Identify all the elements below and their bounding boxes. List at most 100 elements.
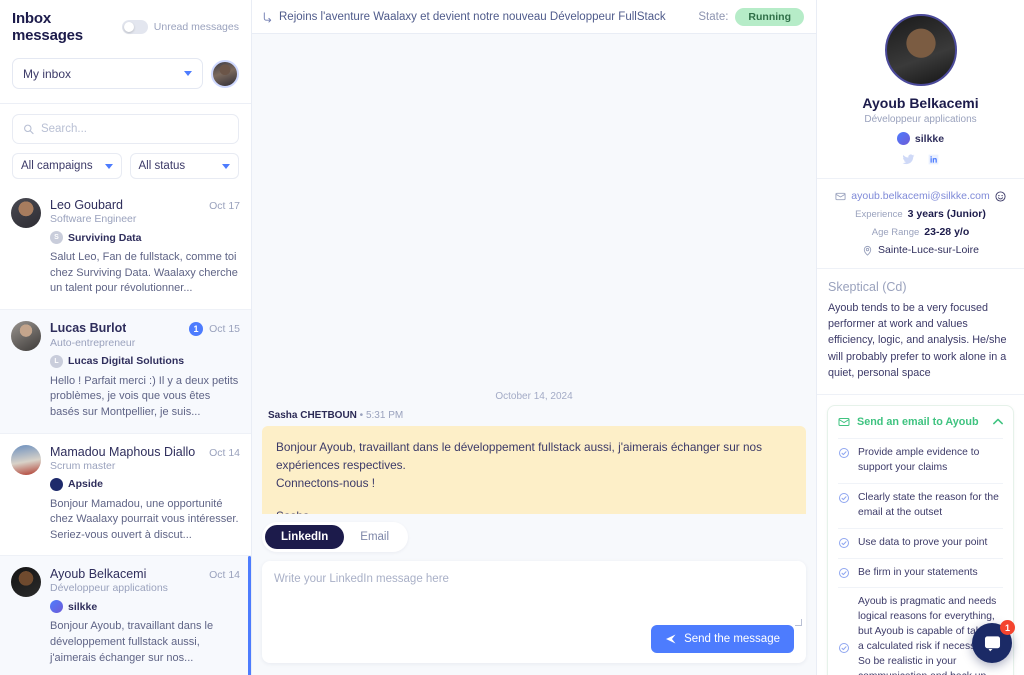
list-item-date: Oct 14	[209, 569, 240, 582]
list-item: Use data to prove your point	[838, 527, 1003, 558]
list-item-name: Ayoub Belkacemi	[50, 567, 147, 582]
list-item-campaign: Surviving Data	[68, 231, 142, 244]
tip-text: Be firm in your statements	[858, 566, 978, 578]
list-item[interactable]: Ayoub Belkacemi Oct 14 Développeur appli…	[0, 556, 251, 675]
unread-badge: 1	[189, 321, 204, 336]
campaign-icon: L	[50, 354, 63, 368]
tip-text: Provide ample evidence to support your c…	[858, 446, 980, 473]
experience-label: Experience	[855, 208, 903, 220]
experience-value: 3 years (Junior)	[907, 208, 986, 220]
list-item: Provide ample evidence to support your c…	[838, 437, 1003, 483]
avatar	[11, 198, 41, 228]
filter-campaigns[interactable]: All campaigns	[12, 153, 122, 179]
campaign-icon: S	[50, 231, 63, 244]
list-item-preview: Bonjour Ayoub, travaillant dans le dével…	[50, 620, 214, 664]
mail-icon	[838, 417, 850, 426]
list-item: Clearly state the reason for the email a…	[838, 482, 1003, 528]
inbox-sidebar: Inbox messages Unread messages My inbox	[0, 0, 252, 675]
avatar	[11, 567, 41, 598]
card-header-send-email[interactable]: Send an email to Ayoub	[828, 406, 1013, 438]
current-user-avatar[interactable]	[211, 59, 239, 88]
message-signature: Sasha	[276, 508, 792, 514]
conversation-header: Rejoins l'aventure Waalaxy et devient no…	[252, 0, 816, 34]
linkedin-icon[interactable]	[927, 153, 940, 166]
persona-title: Skeptical (Cd)	[828, 280, 907, 294]
message-bubble: Bonjour Ayoub, travaillant dans le dével…	[262, 426, 806, 514]
list-item-date: Oct 14	[209, 446, 240, 459]
campaign-flow-icon	[263, 11, 272, 22]
check-circle-icon	[839, 447, 849, 458]
list-item: Be firm in your statements	[838, 557, 1003, 588]
unread-messages-toggle[interactable]	[121, 20, 148, 34]
avatar	[11, 444, 41, 475]
list-item-name: Leo Goubard	[50, 198, 123, 212]
twitter-icon[interactable]	[902, 153, 915, 166]
profile-header: Ayoub Belkacemi Développeur applications…	[817, 0, 1024, 179]
message-time: 5:31 PM	[365, 410, 404, 421]
search-box[interactable]	[12, 114, 239, 144]
composer-editor: Send the message	[262, 561, 806, 663]
filter-status-label: All status	[138, 160, 186, 172]
tip-text: Use data to prove your point	[858, 536, 988, 548]
list-item-preview: Bonjour Mamadou, une opportunité chez Wa…	[50, 497, 239, 541]
check-circle-icon	[839, 567, 849, 578]
mail-icon	[835, 192, 846, 200]
sidebar-filters: All campaigns All status	[0, 104, 251, 187]
card-title: Send an email to Ayoub	[857, 415, 979, 428]
page-title: Inbox messages	[12, 10, 83, 44]
list-item-date: Oct 17	[209, 200, 240, 212]
send-message-button[interactable]: Send the message	[651, 625, 794, 653]
search-input[interactable]	[40, 123, 228, 135]
intercom-launcher-button[interactable]: 1	[972, 620, 1015, 663]
tab-linkedin[interactable]: LinkedIn	[265, 525, 345, 549]
list-item[interactable]: Leo Goubard Oct 17 Software Engineer S S…	[0, 187, 251, 310]
chevron-down-icon	[222, 163, 230, 169]
campaign-title: Rejoins l'aventure Waalaxy et devient no…	[279, 10, 666, 23]
location-pin-icon	[863, 245, 872, 256]
message-author: Sasha CHETBOUN	[268, 410, 357, 421]
profile-company: silkke	[914, 132, 945, 145]
list-item-role: Scrum master	[50, 459, 116, 472]
message-line-1: Bonjour Ayoub, travaillant dans le dével…	[276, 440, 762, 472]
tab-email[interactable]: Email	[344, 525, 405, 549]
composer-tabs: LinkedIn Email	[262, 522, 409, 552]
filter-campaigns-label: All campaigns	[21, 160, 93, 172]
filter-status[interactable]: All status	[129, 153, 239, 179]
inbox-select-value: My inbox	[23, 66, 72, 81]
message-list[interactable]: Leo Goubard Oct 17 Software Engineer S S…	[0, 187, 251, 675]
list-item-name: Lucas Burlot	[50, 320, 127, 335]
list-item-preview: Hello ! Parfait merci :) Il y a deux pet…	[50, 374, 239, 419]
send-button-label: Send the message	[684, 633, 780, 645]
company-icon	[896, 132, 910, 145]
tip-text: Clearly state the reason for the email a…	[858, 491, 999, 518]
conversation-panel: Rejoins l'aventure Waalaxy et devient no…	[252, 0, 816, 675]
check-circle-icon	[839, 537, 849, 548]
list-item-name: Mamadou Maphous Diallo	[50, 444, 196, 459]
list-item-campaign: Lucas Digital Solutions	[68, 355, 185, 368]
app-root: Inbox messages Unread messages My inbox	[0, 0, 1024, 675]
list-item-role: Développeur applications	[50, 582, 168, 595]
message-line-2: Connectons-nous !	[276, 475, 376, 490]
list-item-campaign: Apside	[68, 478, 104, 491]
resize-handle-icon[interactable]	[795, 619, 802, 626]
persona-section: Skeptical (Cd) Ayoub tends to be a very …	[817, 269, 1024, 395]
list-item-campaign: silkke	[68, 600, 98, 613]
list-item-preview: Salut Leo, Fan de fullstack, comme toi c…	[50, 251, 238, 295]
campaign-icon	[50, 600, 63, 614]
profile-role: Développeur applications	[864, 114, 977, 125]
profile-email[interactable]: ayoub.belkacemi@silkke.com	[851, 190, 989, 202]
check-circle-icon	[839, 642, 849, 653]
inbox-select[interactable]: My inbox	[12, 58, 203, 89]
profile-info: ayoub.belkacemi@silkke.com Experience 3 …	[817, 179, 1024, 269]
campaign-icon	[50, 477, 63, 491]
day-separator: October 14, 2024	[495, 391, 573, 402]
send-icon	[666, 634, 676, 644]
list-item[interactable]: Mamadou Maphous Diallo Oct 14 Scrum mast…	[0, 433, 251, 557]
message-thread[interactable]: October 14, 2024 Sasha CHETBOUN • 5:31 P…	[252, 34, 816, 514]
list-item[interactable]: Lucas Burlot 1 Oct 15 Auto-entrepreneur …	[0, 309, 251, 434]
avatar	[11, 320, 41, 351]
message-input[interactable]	[274, 573, 794, 619]
status-badge: Running	[735, 7, 804, 26]
persona-description: Ayoub tends to be a very focused perform…	[828, 302, 1007, 379]
sidebar-header: Inbox messages Unread messages My inbox	[0, 0, 251, 104]
